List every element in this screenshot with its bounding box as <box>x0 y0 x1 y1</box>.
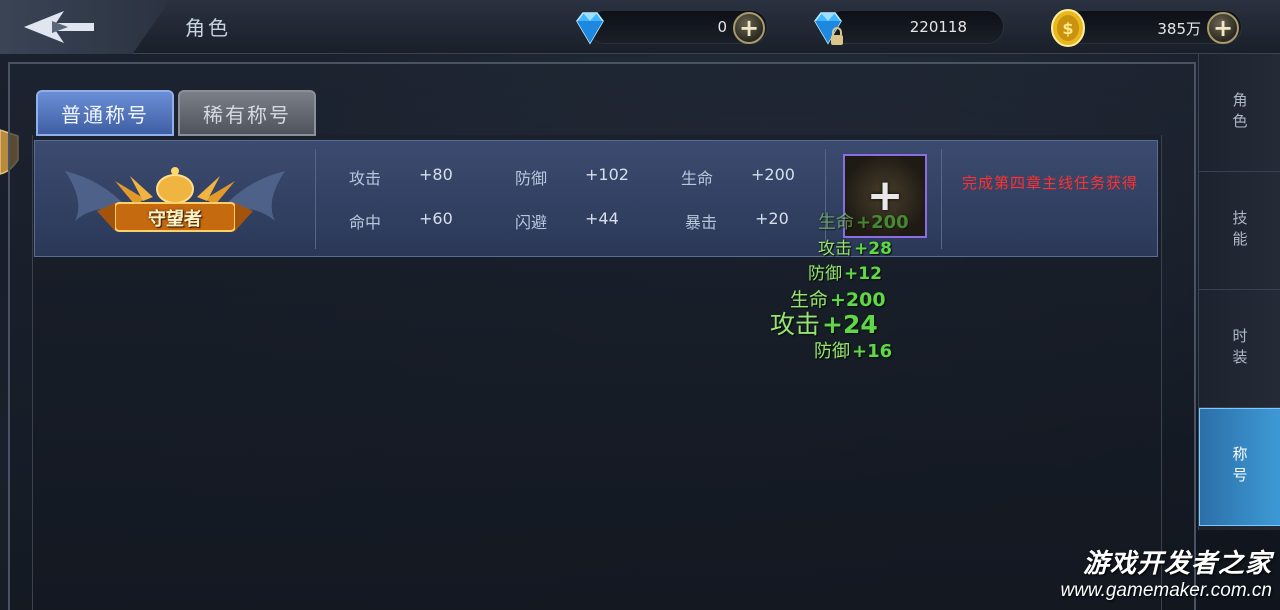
nav-item-character[interactable]: 角色 <box>1199 54 1280 172</box>
stat-label: 生命 <box>681 169 714 188</box>
divider <box>941 149 942 249</box>
tab-rare-titles[interactable]: 稀有称号 <box>178 90 316 136</box>
stat-value: +44 <box>585 209 619 228</box>
stat-popup: 攻击+24 <box>770 310 878 339</box>
stat-label: 暴击 <box>685 213 718 232</box>
stat-popup: 生命 +200 <box>818 212 909 233</box>
watermark-title: 游戏开发者之家 <box>1082 549 1272 579</box>
gold-value: 385万 <box>1157 20 1201 38</box>
stat-popup: 攻击 +28 <box>818 239 892 259</box>
winged-emblem-icon <box>65 167 285 232</box>
nav-item-skills[interactable]: 技能 <box>1199 172 1280 290</box>
stat-label: 防御 <box>515 169 548 188</box>
stat-label: 攻击 <box>349 169 382 188</box>
divider <box>315 149 316 249</box>
add-diamond-button[interactable]: + <box>733 12 765 44</box>
nav-item-titles[interactable]: 称号 <box>1199 408 1280 526</box>
stat-attack: 攻击 +80 <box>349 165 453 189</box>
locked-diamond-icon <box>814 12 843 45</box>
stat-value: +60 <box>419 209 453 228</box>
tab-normal-titles[interactable]: 普通称号 <box>36 90 174 136</box>
back-arrow-icon <box>24 11 94 43</box>
stat-hp: 生命 +200 <box>681 165 795 189</box>
nav-item-fashion[interactable]: 时装 <box>1199 290 1280 408</box>
gold-coin-icon: $ <box>1051 9 1085 47</box>
nav-label: 角色 <box>1230 91 1249 134</box>
bound-diamond-value: 220118 <box>909 18 967 36</box>
side-nav: 角色 技能 时装 称号 <box>1198 54 1280 530</box>
nav-label: 时装 <box>1230 327 1249 370</box>
stat-value: +80 <box>419 165 453 184</box>
stat-label: 命中 <box>349 213 382 232</box>
currency-diamond: 0 + <box>576 10 768 45</box>
title-badge: 守望者 <box>35 141 315 258</box>
top-bar: 角色 0 + 220118 $ 385万 + <box>0 0 1280 54</box>
page-title: 角色 <box>185 16 231 40</box>
stat-value: +20 <box>755 209 789 228</box>
stat-value: +102 <box>585 165 629 184</box>
stat-popup: 防御 +12 <box>808 264 882 284</box>
stat-defense: 防御 +102 <box>515 165 629 189</box>
add-gold-button[interactable]: + <box>1207 12 1239 44</box>
back-button[interactable] <box>0 0 170 54</box>
stat-label: 闪避 <box>515 213 548 232</box>
stat-dodge: 闪避 +44 <box>515 209 619 233</box>
nav-label: 技能 <box>1230 209 1249 252</box>
stat-popup: 防御 +16 <box>814 341 893 362</box>
title-badge-text: 守望者 <box>148 209 202 230</box>
watermark: 游戏开发者之家 www.gamemaker.com.cn <box>1060 543 1272 602</box>
diamond-value: 0 <box>717 18 727 36</box>
title-row[interactable]: 守望者 攻击 +80 防御 +102 生命 +200 命中 +60 闪避 +44… <box>34 140 1158 257</box>
currency-gold: $ 385万 + <box>1051 9 1242 47</box>
diamond-icon <box>576 12 604 45</box>
nav-label: 称号 <box>1230 446 1249 488</box>
svg-text:$: $ <box>1062 19 1073 38</box>
stat-critical: 暴击 +20 <box>685 209 789 233</box>
watermark-url: www.gamemaker.com.cn <box>1060 580 1272 601</box>
currency-bound-diamond: 220118 <box>814 10 1004 45</box>
obtain-condition: 完成第四章主线任务获得 <box>961 174 1138 192</box>
stat-accuracy: 命中 +60 <box>349 209 453 233</box>
stat-value: +200 <box>751 165 795 184</box>
